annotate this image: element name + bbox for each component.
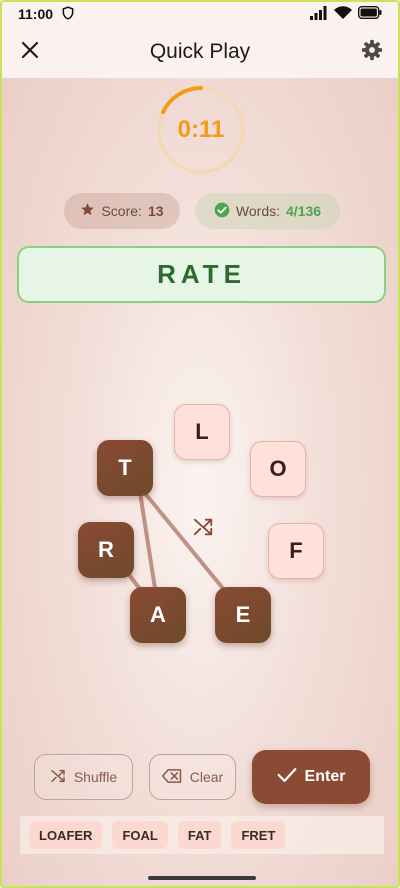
letter-tile-f[interactable]: F [268,523,324,579]
enter-button-label: Enter [304,768,346,785]
center-shuffle-button[interactable] [190,516,216,542]
home-indicator[interactable] [148,876,256,880]
page-title: Quick Play [149,40,251,63]
letter-tile-t[interactable]: T [97,440,153,496]
backspace-icon [161,768,182,787]
check-circle-icon [214,202,230,221]
wifi-icon [334,5,352,23]
shuffle-button-label: Shuffle [73,769,118,785]
words-value: 4/136 [286,203,322,219]
enter-button[interactable]: Enter [252,750,370,804]
clear-button-label: Clear [189,769,224,785]
letter-label: E [235,602,251,627]
status-bar: 11:00 [2,2,398,26]
current-word-box: RATE [17,246,386,303]
close-button[interactable] [16,38,44,66]
letter-tile-e[interactable]: E [215,587,271,643]
shuffle-button[interactable]: Shuffle [34,754,133,800]
letter-tile-r[interactable]: R [78,522,134,578]
shuffle-icon [50,768,66,787]
timer-text: 0:11 [177,116,225,143]
star-icon [80,202,95,220]
letter-label: F [289,538,303,563]
found-word-chip: LOAFER [29,821,103,849]
words-badge: Words: 4/136 [195,193,340,229]
found-words-list: LOAFER FOAL FAT FRET [20,816,384,854]
gear-icon [361,39,383,66]
app-frame: 11:00 Quick Play 0:11 Score: 13 Words: 4… [0,0,400,888]
letter-label: A [150,602,166,627]
letter-tile-l[interactable]: L [174,404,230,460]
signal-icon [310,5,328,23]
shuffle-icon [192,516,214,543]
letter-label: R [98,537,114,562]
letter-label: O [269,456,287,481]
score-value: 13 [147,203,164,219]
found-word-chip: FRET [231,821,286,849]
timer: 0:11 [155,84,247,176]
found-word-chip: FOAL [112,821,168,849]
app-bar: Quick Play [2,26,398,78]
status-time: 11:00 [18,6,54,22]
letter-tile-a[interactable]: A [130,587,186,643]
clear-button[interactable]: Clear [149,754,236,800]
score-badge: Score: 13 [64,193,180,229]
checkmark-icon [277,767,297,788]
letter-label: T [118,455,132,480]
close-icon [21,41,39,64]
battery-icon [357,5,382,22]
vpn-shield-icon [61,5,75,23]
found-word-chip: FAT [177,821,222,849]
settings-button[interactable] [358,38,386,66]
letter-tile-o[interactable]: O [250,441,306,497]
score-label: Score: [101,203,142,219]
words-label: Words: [235,203,281,219]
letter-label: L [195,419,209,444]
